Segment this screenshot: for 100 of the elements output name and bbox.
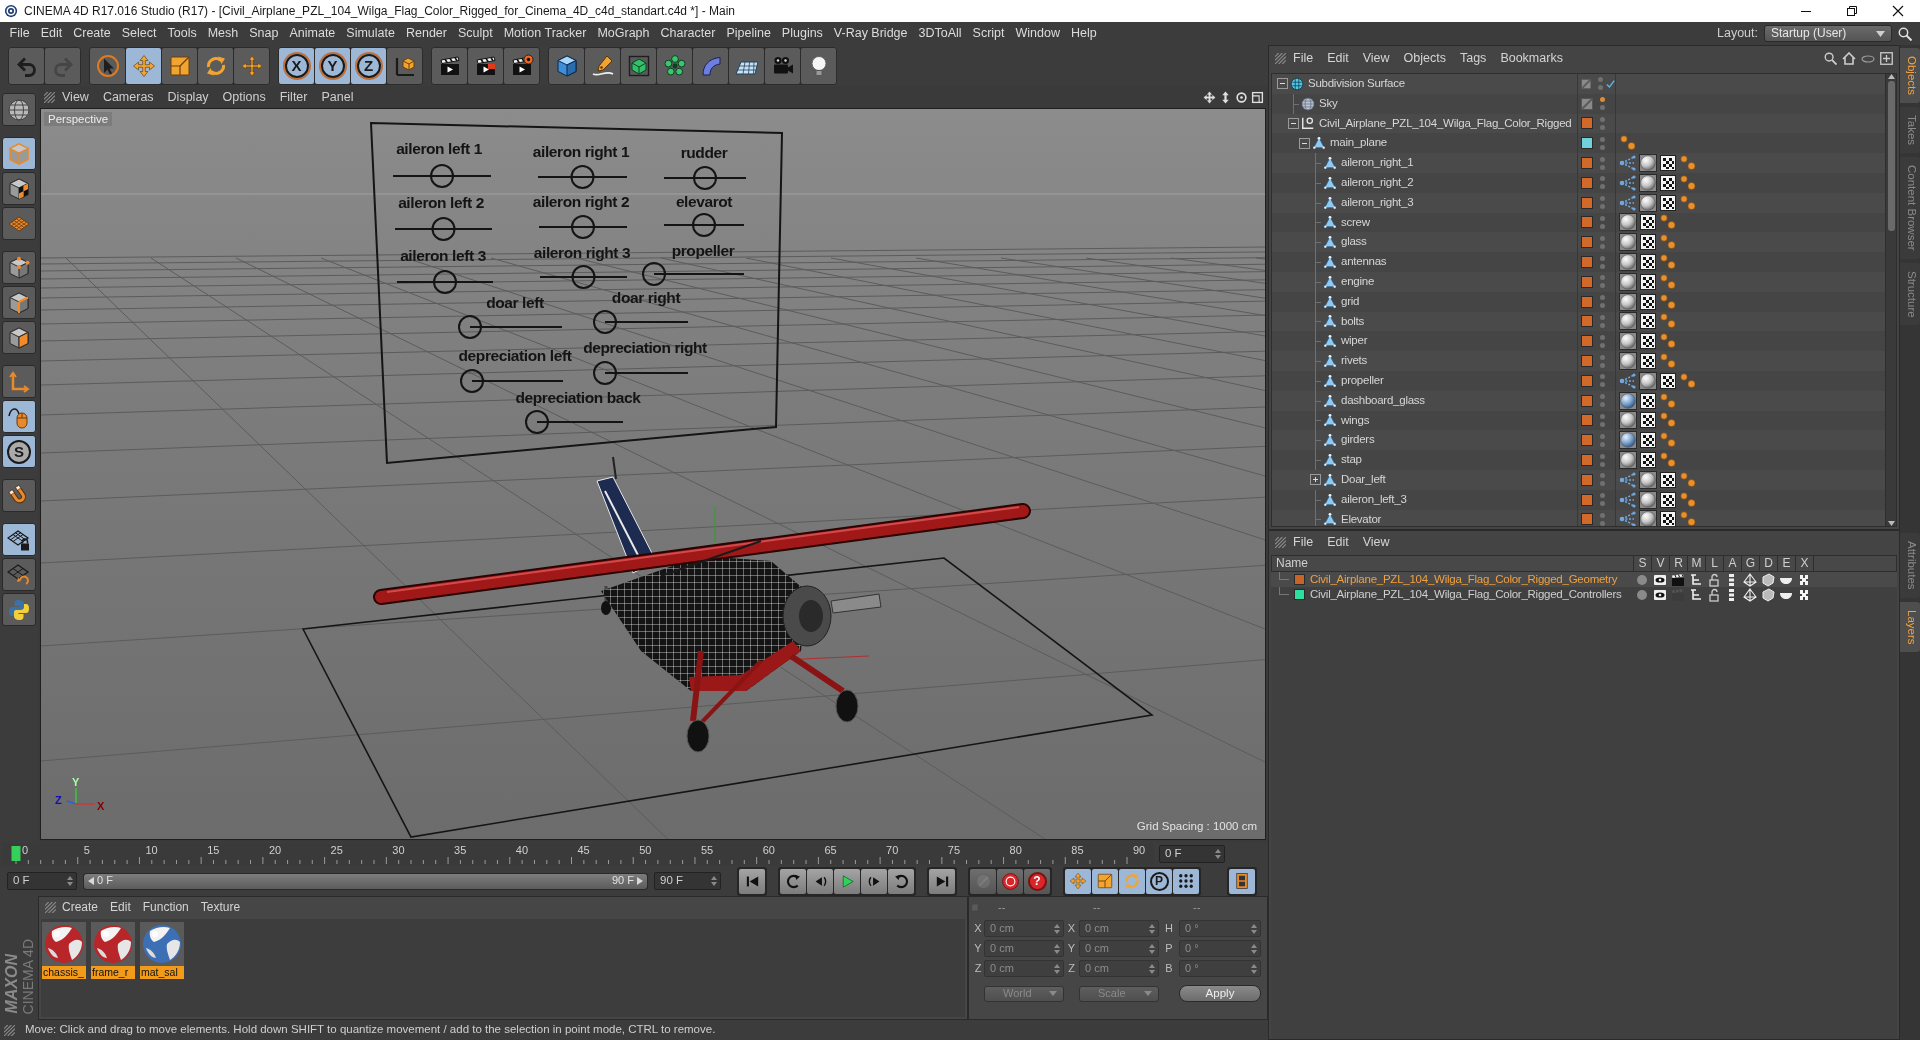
layer-color-swatch[interactable] bbox=[1581, 473, 1593, 486]
dot-icon[interactable] bbox=[1635, 572, 1649, 587]
object-name[interactable]: aileron_right_3 bbox=[1341, 195, 1414, 210]
axis-mode-button[interactable] bbox=[2, 365, 36, 398]
menu-item[interactable]: Panel bbox=[314, 89, 361, 105]
branch-icon[interactable] bbox=[1619, 173, 1637, 192]
menu-item[interactable]: Select bbox=[116, 26, 162, 41]
visibility-dot-icon[interactable] bbox=[1598, 85, 1604, 91]
menu-item[interactable]: Function bbox=[136, 899, 195, 915]
visibility-dot-icon[interactable] bbox=[1600, 263, 1605, 269]
object-row[interactable]: aileron_right_3 bbox=[1272, 192, 1885, 213]
material-preview[interactable] bbox=[140, 922, 184, 966]
object-row[interactable]: Subdivision Surface bbox=[1272, 74, 1885, 94]
checker-icon[interactable] bbox=[1639, 213, 1657, 232]
menu-item[interactable]: View bbox=[1355, 51, 1397, 66]
dots-icon[interactable] bbox=[1679, 371, 1697, 390]
move-tool-button[interactable] bbox=[126, 47, 161, 84]
visibility-dot-icon[interactable] bbox=[1600, 413, 1605, 419]
grip-icon[interactable] bbox=[1275, 53, 1286, 64]
collapse-icon[interactable] bbox=[1288, 118, 1299, 129]
menu-item[interactable]: Snap bbox=[243, 26, 284, 41]
scale-tool-button[interactable] bbox=[162, 47, 197, 84]
object-row[interactable]: rivets bbox=[1272, 351, 1885, 371]
next-key-button[interactable] bbox=[888, 868, 914, 894]
material-sphere-icon[interactable] bbox=[1619, 391, 1637, 410]
point-level-button[interactable] bbox=[1173, 868, 1199, 894]
expand-icon[interactable] bbox=[1310, 474, 1321, 486]
hierarchy-icon[interactable] bbox=[1689, 587, 1703, 602]
axis-lock-button[interactable]: Z bbox=[351, 47, 386, 84]
material-preview[interactable] bbox=[42, 922, 86, 966]
checker-icon[interactable] bbox=[1639, 332, 1657, 351]
object-name[interactable]: aileron_right_1 bbox=[1341, 156, 1414, 170]
make-editable-button[interactable] bbox=[2, 93, 36, 126]
visibility-dot-icon[interactable] bbox=[1600, 374, 1605, 380]
transform-tool-button[interactable] bbox=[234, 47, 269, 84]
object-name[interactable]: glass bbox=[1341, 235, 1367, 250]
dot-icon[interactable] bbox=[1635, 587, 1649, 602]
material-sphere-icon[interactable] bbox=[1619, 352, 1637, 371]
object-name[interactable]: wiper bbox=[1341, 334, 1368, 349]
slashed-square-icon[interactable] bbox=[1581, 97, 1593, 110]
checker-icon[interactable] bbox=[1659, 470, 1677, 489]
layer-color-swatch[interactable] bbox=[1581, 295, 1593, 308]
column-header[interactable]: V bbox=[1652, 556, 1670, 571]
rotate-tool-button[interactable] bbox=[198, 47, 233, 84]
grip-icon[interactable] bbox=[44, 91, 55, 103]
maximize-view-icon[interactable] bbox=[1251, 90, 1264, 104]
menu-item[interactable]: File bbox=[4, 26, 36, 41]
pyramid-icon[interactable] bbox=[1743, 572, 1757, 587]
visibility-dot-icon[interactable] bbox=[1600, 453, 1605, 459]
visibility-dot-icon[interactable] bbox=[1600, 303, 1605, 309]
snap-button[interactable]: S bbox=[2, 435, 36, 468]
visibility-dot-icon[interactable] bbox=[1600, 382, 1605, 388]
checker-icon[interactable] bbox=[1639, 292, 1657, 311]
layer-color-swatch[interactable] bbox=[1581, 275, 1593, 288]
checker-icon[interactable] bbox=[1639, 272, 1657, 291]
move-tool-button[interactable] bbox=[1065, 868, 1091, 894]
menu-item[interactable]: File bbox=[1286, 51, 1321, 66]
polygons-mode-button[interactable] bbox=[2, 321, 36, 354]
checker-icon[interactable] bbox=[1639, 352, 1657, 371]
model-mode-button[interactable] bbox=[2, 137, 36, 170]
menu-item[interactable]: Animate bbox=[283, 26, 341, 41]
pyramid-icon[interactable] bbox=[1743, 587, 1757, 602]
dots-icon[interactable] bbox=[1659, 312, 1677, 331]
menu-item[interactable]: Character bbox=[655, 26, 721, 41]
layer-color-swatch[interactable] bbox=[1581, 335, 1593, 348]
pen-button[interactable] bbox=[585, 47, 620, 84]
column-header[interactable]: A bbox=[1724, 556, 1742, 571]
menu-item[interactable]: 3DToAll bbox=[913, 26, 968, 41]
material-sphere-icon[interactable] bbox=[1619, 292, 1637, 311]
record-button[interactable] bbox=[997, 868, 1023, 894]
cube-button[interactable] bbox=[549, 47, 584, 84]
lock-icon[interactable] bbox=[1707, 572, 1721, 587]
end-frame-field[interactable]: 90 F bbox=[654, 872, 721, 890]
visibility-dot-icon[interactable] bbox=[1600, 433, 1605, 439]
column-header[interactable]: G bbox=[1742, 556, 1760, 571]
frame-range-track[interactable]: 0 F 90 F bbox=[83, 872, 648, 890]
dots-icon[interactable] bbox=[1659, 213, 1677, 232]
checker-icon[interactable] bbox=[1659, 490, 1677, 509]
menu-item[interactable]: Pipeline bbox=[720, 26, 777, 41]
layer-color-swatch[interactable] bbox=[1581, 176, 1593, 189]
material-name[interactable]: frame_r bbox=[91, 966, 135, 979]
orbit-view-icon[interactable] bbox=[1235, 90, 1248, 104]
dots-icon[interactable] bbox=[1659, 391, 1677, 410]
planar-workplane-button[interactable] bbox=[2, 558, 36, 591]
pan-view-icon[interactable] bbox=[1203, 90, 1216, 104]
object-name[interactable]: Civil_Airplane_PZL_104_Wilga_Flag_Color_Rigged bbox=[1319, 116, 1572, 131]
grip-icon[interactable] bbox=[45, 901, 56, 913]
visibility-dot-icon[interactable] bbox=[1600, 255, 1605, 261]
object-name[interactable]: propeller bbox=[1341, 373, 1384, 388]
menu-item[interactable]: Create bbox=[56, 899, 105, 915]
visibility-dot-icon[interactable] bbox=[1600, 322, 1605, 328]
visibility-dot-icon[interactable] bbox=[1600, 204, 1605, 210]
material-sphere-icon[interactable] bbox=[1619, 411, 1637, 430]
dots-icon[interactable] bbox=[1659, 292, 1677, 311]
object-name[interactable]: Elevator bbox=[1341, 512, 1382, 526]
layer-row[interactable]: Civil_Airplane_PZL_104_Wilga_Flag_Color_Rigged_Geometry bbox=[1271, 572, 1897, 587]
object-row[interactable]: glass bbox=[1272, 232, 1885, 253]
lock-icon[interactable] bbox=[1707, 587, 1721, 602]
visibility-dot-icon[interactable] bbox=[1600, 176, 1605, 182]
column-header[interactable]: R bbox=[1670, 556, 1688, 571]
